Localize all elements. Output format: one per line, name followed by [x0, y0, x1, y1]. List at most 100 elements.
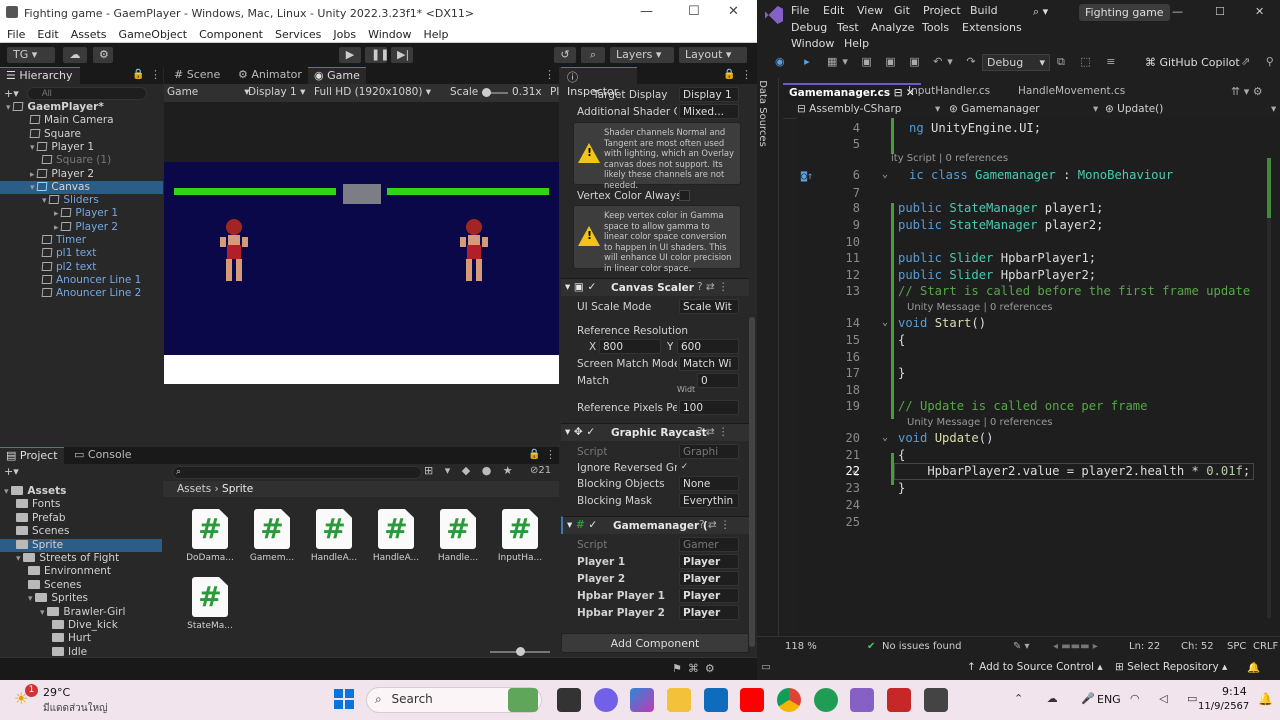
maximize-icon[interactable]: ☐	[688, 4, 700, 19]
tab-console[interactable]: ▭ Console	[68, 447, 138, 464]
vs-menu-extensions[interactable]: Extensions	[962, 21, 1022, 34]
project-tree-item[interactable]: ▾ Brawler-Girl	[0, 606, 162, 619]
tray-icons[interactable]: ⌃ ☁ 🎤	[1014, 692, 1105, 705]
scale-slider[interactable]	[482, 88, 508, 97]
vs-menu-edit[interactable]: Edit	[823, 4, 844, 17]
app-red-icon[interactable]	[887, 688, 911, 712]
clock-date[interactable]: 11/9/2567	[1198, 701, 1249, 712]
debug-tool-icons[interactable]: ⧉ ⬚ ≡	[1057, 55, 1121, 69]
script-asset[interactable]: # HandleA...	[366, 509, 426, 563]
display-dropdown[interactable]: Display 1 ▾	[248, 86, 305, 98]
play-button[interactable]: ▶	[338, 46, 362, 64]
menu-jobs[interactable]: Jobs	[333, 28, 356, 41]
editor-scrollbar[interactable]	[1267, 158, 1271, 618]
config-dropdown[interactable]: Debug ▾	[982, 54, 1050, 71]
expand-arrow-icon[interactable]: ▾	[28, 594, 35, 604]
inspector-scrollbar[interactable]	[749, 317, 755, 647]
close-icon[interactable]: ✕	[1255, 5, 1264, 18]
hierarchy-item[interactable]: ▾ Player 1	[0, 141, 163, 154]
code-line[interactable]: {	[898, 333, 905, 347]
code-editor[interactable]: ◙↑ ✎ 4 ng UnityEngine.UI; 5 6 ic class Gamem…	[797, 118, 1280, 636]
tab-handlemovement[interactable]: HandleMovement.cs	[1012, 83, 1131, 101]
ref-res-y-field[interactable]: 600	[677, 339, 739, 354]
hierarchy-item[interactable]: ▾ Sliders	[0, 194, 163, 207]
store-icon[interactable]	[704, 688, 728, 712]
issues-label[interactable]: No issues found	[882, 641, 962, 652]
update-lens[interactable]: Unity Message | 0 references	[907, 417, 1053, 428]
code-line[interactable]: // Update is called once per frame	[898, 399, 1147, 413]
hierarchy-item[interactable]: Anouncer Line 2	[0, 287, 163, 300]
gm-field-value[interactable]: Player	[679, 588, 739, 603]
history-icon[interactable]: ↺	[553, 46, 577, 64]
menu-services[interactable]: Services	[275, 28, 321, 41]
tab-overflow-icons[interactable]: ⇈ ▾ ⚙	[1231, 85, 1263, 98]
hierarchy-item[interactable]: Square	[0, 128, 163, 141]
tab-hierarchy[interactable]: ☰ Hierarchy	[0, 67, 80, 84]
copilot-button[interactable]: ⌘ GitHub Copilot	[1145, 56, 1240, 69]
hierarchy-item[interactable]: ▾ GaemPlayer*	[0, 101, 163, 114]
indent-mode[interactable]: SPC	[1227, 641, 1246, 652]
repository-button[interactable]: ⊞ Select Repository ▴	[1115, 661, 1227, 673]
file-tool-icons[interactable]: ▦▾ ▣ ▣ ▣ ↶▾ ↷	[827, 55, 981, 68]
code-line[interactable]: HpbarPlayer2.value = player2.health * 0.…	[898, 464, 1250, 478]
lock-icon[interactable]: 🔒	[132, 69, 144, 80]
project-tree-item[interactable]: Scenes	[0, 579, 162, 592]
code-line[interactable]: void Start()	[898, 316, 986, 330]
filter-icons[interactable]: ⊞ ▾ ◆ ● ★	[424, 464, 517, 477]
menu-help[interactable]: Help	[423, 28, 448, 41]
layers-dropdown[interactable]: Layers ▾	[609, 46, 675, 64]
screen-match-dropdown[interactable]: Match Wi	[679, 356, 739, 371]
hierarchy-item[interactable]: Anouncer Line 1	[0, 274, 163, 287]
project-tree-item[interactable]: Dive_kick	[0, 619, 162, 632]
share-icons[interactable]: ⇗ ⚲	[1241, 55, 1280, 68]
tab-inspector[interactable]: ⓘ Inspector	[561, 67, 637, 98]
output-icon[interactable]: ▭	[761, 661, 771, 673]
nav-back-forward-icons[interactable]: ◉ ▸	[775, 55, 818, 68]
breadcrumb-sprite[interactable]: Sprite	[222, 483, 253, 495]
tab-game[interactable]: ◉ Game	[308, 67, 366, 84]
more-icon[interactable]: ⋮	[741, 68, 752, 81]
vs-menu-git[interactable]: Git	[894, 4, 910, 17]
fold-icon[interactable]: ⌄	[882, 432, 888, 443]
project-tree-item[interactable]: ▾ Streets of Fight	[0, 552, 162, 565]
nav-class-dropdown[interactable]: ⊛ Gamemanager	[949, 103, 1040, 115]
project-tree-item[interactable]: Hurt	[0, 632, 162, 645]
script-asset[interactable]: # InputHa...	[490, 509, 550, 563]
hscroll[interactable]: ◂ ▬▬▬ ▸	[1053, 641, 1098, 652]
project-tree-item[interactable]: Environment	[0, 565, 162, 578]
additional-shader-dropdown[interactable]: Mixed...	[679, 104, 739, 119]
hierarchy-item[interactable]: ▸ Player 1	[0, 207, 163, 220]
tab-inputhandler[interactable]: InputHandler.cs	[902, 83, 996, 101]
chrome-icon[interactable]	[777, 688, 801, 712]
tab-project[interactable]: ▤ Project	[0, 447, 64, 464]
tab-gamemanager[interactable]: Gamemanager.cs ⊟ ✕	[783, 83, 921, 101]
script-asset[interactable]: # DoDama...	[180, 509, 240, 563]
pause-button[interactable]: ❚❚	[364, 46, 389, 64]
code-line[interactable]: // Start is called before the first fram…	[898, 284, 1250, 298]
menu-gameobject[interactable]: GameObject	[119, 28, 188, 41]
notifications-icon[interactable]: 🔔	[1247, 661, 1260, 674]
vs-menu-test[interactable]: Test	[837, 21, 859, 34]
graphic-raycaster-header[interactable]: ▾ ✥ ✓ Graphic Raycast? ⇄ ⋮	[561, 423, 749, 441]
file-explorer-icon[interactable]	[667, 688, 691, 712]
lock-icon[interactable]: 🔒	[528, 449, 540, 460]
help-icon[interactable]: ? ⇄ ⋮	[699, 519, 731, 531]
task-view-icon[interactable]	[557, 688, 581, 712]
line-ending[interactable]: CRLF	[1253, 641, 1278, 652]
project-tree-item[interactable]: ▾ Sprites	[0, 592, 162, 605]
start-icon[interactable]	[334, 689, 354, 709]
add-component-button[interactable]: Add Component	[561, 633, 749, 653]
project-tree-item[interactable]: Scenes	[0, 525, 162, 538]
project-tree-item[interactable]: Sprite	[0, 538, 162, 552]
code-line[interactable]: public StateManager player2;	[898, 218, 1103, 232]
cloud-icon[interactable]: ☁	[62, 46, 88, 64]
vs-menu-window[interactable]: Window	[791, 37, 834, 50]
fold-icon[interactable]: ⌄	[882, 317, 888, 328]
blocking-objects-dropdown[interactable]: None	[679, 476, 739, 491]
hierarchy-item[interactable]: ▸ Player 2	[0, 168, 163, 181]
expand-arrow-icon[interactable]: ▾	[4, 487, 11, 497]
more-icon[interactable]: ⋮	[544, 68, 555, 81]
project-tree-item[interactable]: Fonts	[0, 498, 162, 511]
hierarchy-item[interactable]: pl1 text	[0, 247, 163, 260]
vertex-color-checkbox[interactable]	[679, 190, 690, 201]
